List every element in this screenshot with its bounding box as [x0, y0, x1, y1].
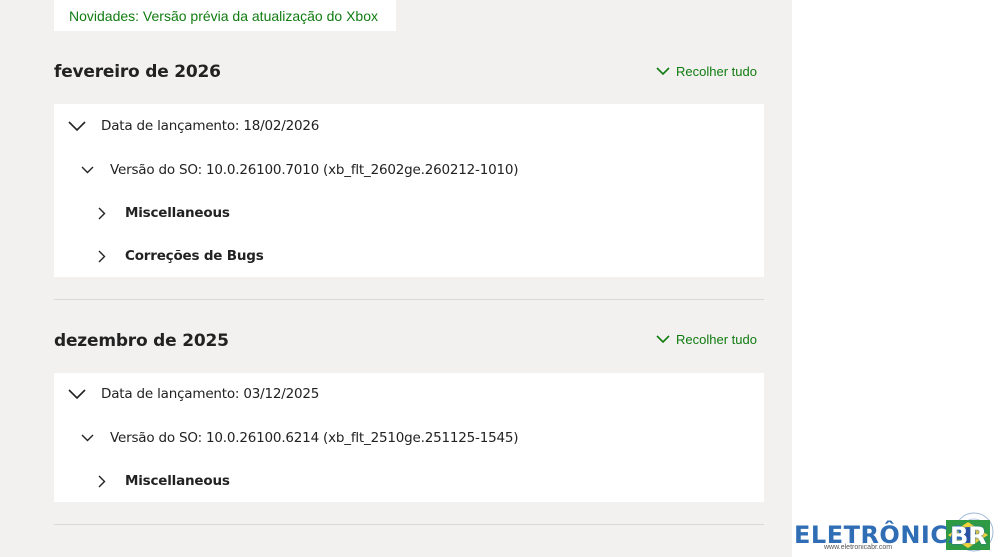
- release-date-toggle[interactable]: Data de lançamento: 03/12/2025: [68, 383, 319, 405]
- collapse-all-label: Recolher tudo: [676, 332, 757, 347]
- chevron-down-icon: [68, 388, 86, 399]
- section-divider: [54, 299, 764, 300]
- release-date-toggle[interactable]: Data de lançamento: 18/02/2026: [68, 115, 319, 137]
- chevron-right-icon: [98, 475, 106, 487]
- eletronicabr-watermark: ELETRÔNICA BR www.eletronicabr.com: [792, 508, 1000, 557]
- release-card: Data de lançamento: 03/12/2025 Versão do…: [54, 373, 764, 502]
- category-toggle-bug-fixes[interactable]: Correções de Bugs: [98, 245, 264, 267]
- chevron-right-icon: [98, 207, 106, 219]
- release-date-label: Data de lançamento: 18/02/2026: [101, 118, 320, 134]
- release-card: Data de lançamento: 18/02/2026 Versão do…: [54, 104, 764, 277]
- right-margin: [792, 0, 1000, 557]
- collapse-all-label: Recolher tudo: [676, 64, 757, 79]
- whats-new-tab-label: Novidades: Versão prévia da atualização …: [69, 7, 378, 24]
- whats-new-tab[interactable]: Novidades: Versão prévia da atualização …: [54, 0, 396, 31]
- collapse-all-link[interactable]: Recolher tudo: [656, 64, 757, 79]
- chevron-right-icon: [98, 250, 106, 262]
- category-toggle-miscellaneous[interactable]: Miscellaneous: [98, 470, 230, 492]
- chevron-down-icon: [656, 335, 670, 344]
- category-label: Correções de Bugs: [125, 248, 264, 264]
- section-title-feb-2026: fevereiro de 2026: [54, 62, 221, 82]
- os-version-toggle[interactable]: Versão do SO: 10.0.26100.6214 (xb_flt_25…: [81, 427, 519, 449]
- category-toggle-miscellaneous[interactable]: Miscellaneous: [98, 202, 230, 224]
- chevron-down-icon: [81, 434, 94, 442]
- category-label: Miscellaneous: [125, 473, 230, 489]
- chevron-down-icon: [81, 166, 94, 174]
- os-version-label: Versão do SO: 10.0.26100.6214 (xb_flt_25…: [110, 430, 519, 446]
- os-version-label: Versão do SO: 10.0.26100.7010 (xb_flt_26…: [110, 162, 519, 178]
- section-divider: [54, 524, 764, 525]
- category-label: Miscellaneous: [125, 205, 230, 221]
- chevron-down-icon: [656, 67, 670, 76]
- section-title-dec-2025: dezembro de 2025: [54, 331, 229, 351]
- watermark-badge: BR: [950, 522, 987, 550]
- release-date-label: Data de lançamento: 03/12/2025: [101, 386, 320, 402]
- os-version-toggle[interactable]: Versão do SO: 10.0.26100.7010 (xb_flt_26…: [81, 159, 519, 181]
- watermark-url: www.eletronicabr.com: [824, 544, 893, 551]
- collapse-all-link[interactable]: Recolher tudo: [656, 332, 757, 347]
- chevron-down-icon: [68, 120, 86, 131]
